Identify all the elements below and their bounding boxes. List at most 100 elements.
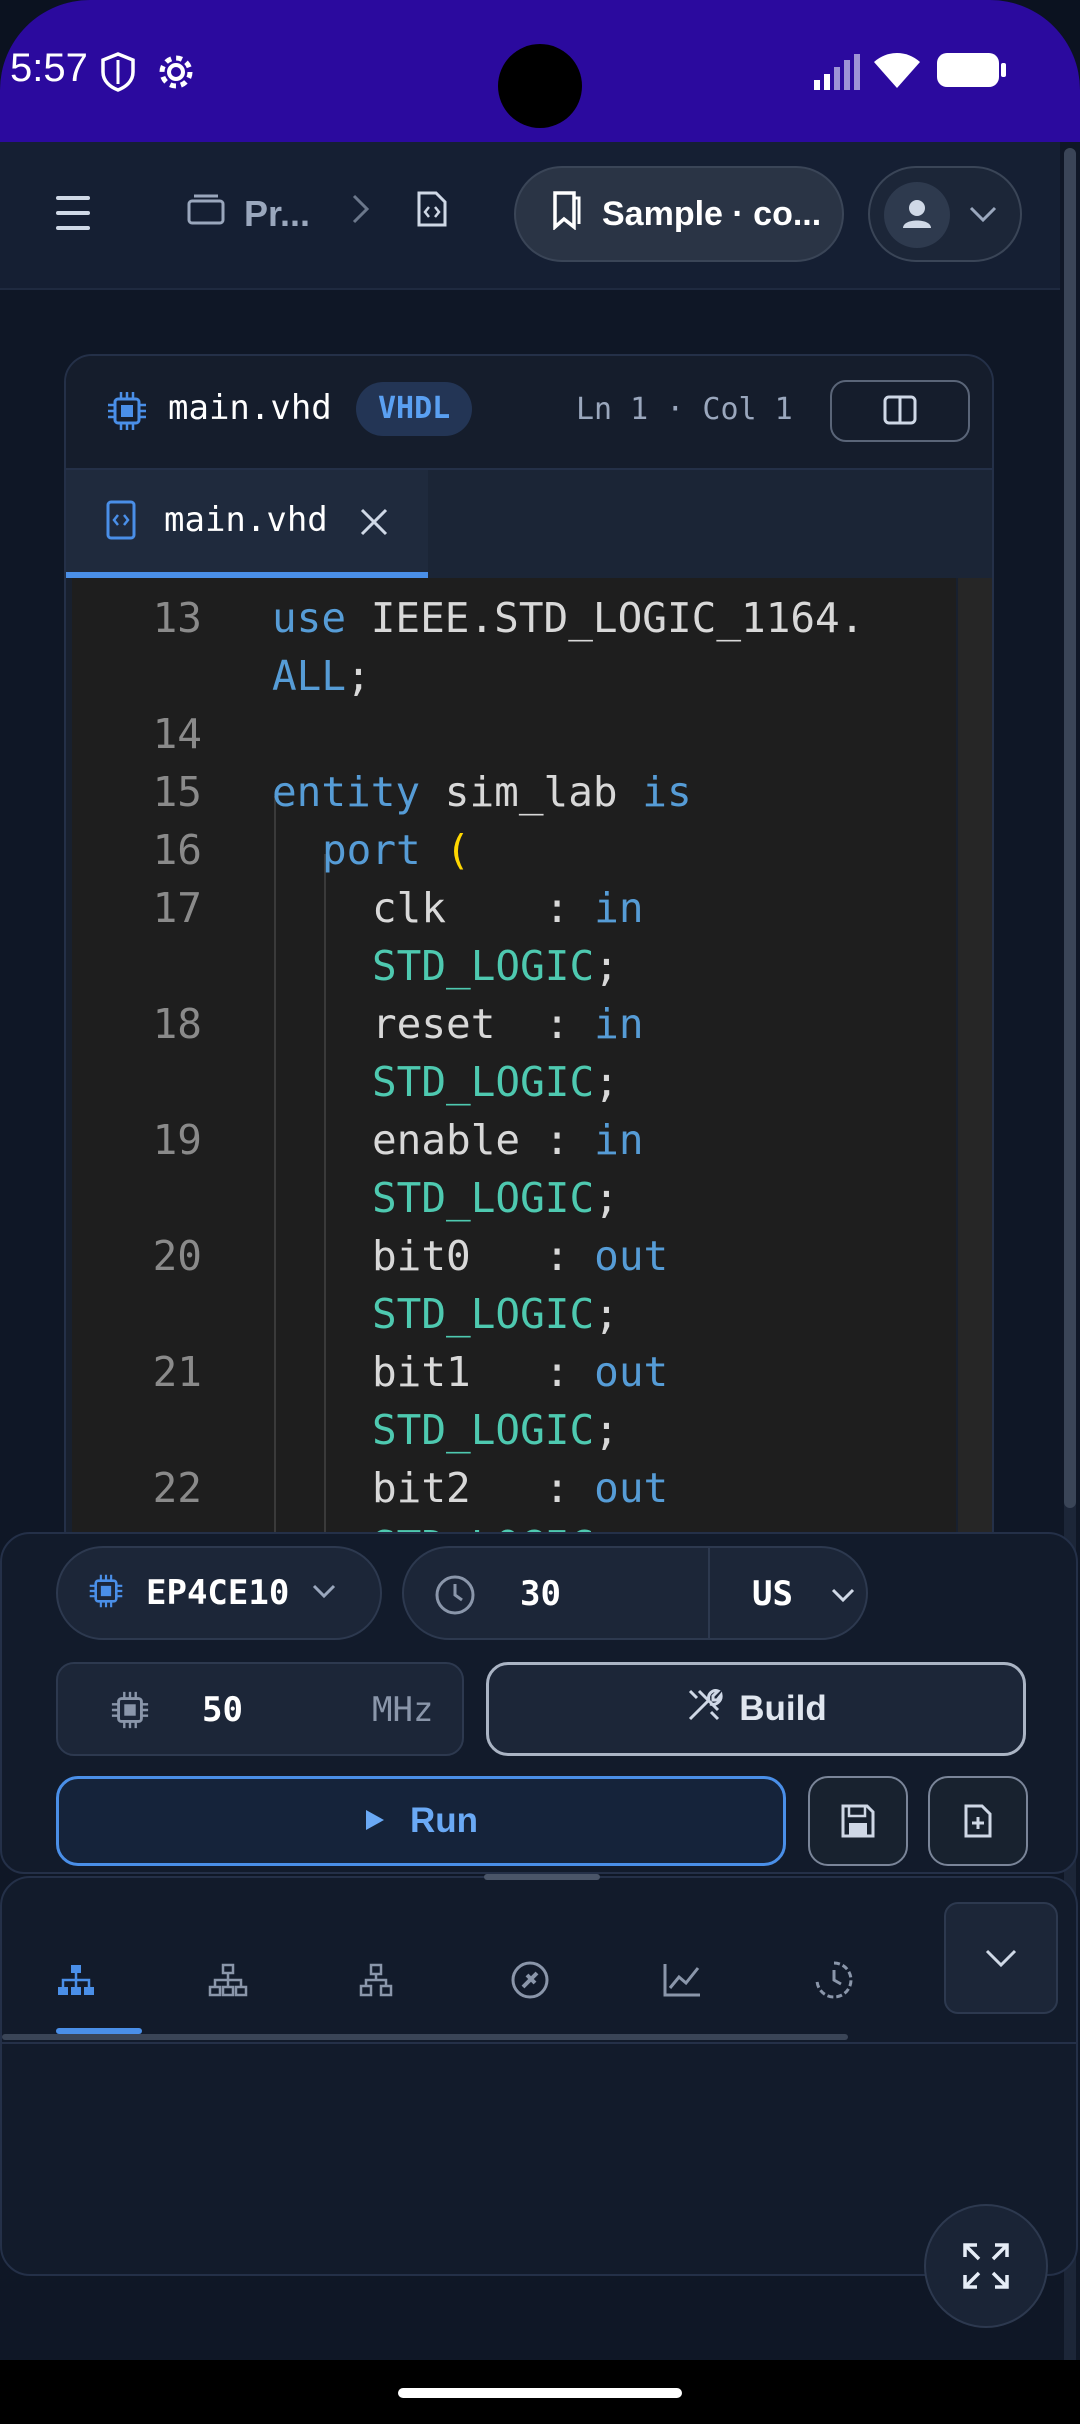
line-number: 17 — [152, 884, 202, 932]
code-line-wrap: STD_LOGIC; — [372, 1406, 619, 1454]
history-icon[interactable] — [804, 1950, 864, 2010]
device-value: EP4CE10 — [146, 1573, 290, 1613]
chevron-down-icon — [985, 1949, 1017, 1968]
code-line-wrap: STD_LOGIC; — [372, 1290, 619, 1338]
clock-frequency-field[interactable]: 50 MHz — [56, 1662, 464, 1756]
cellular-signal-icon — [812, 54, 862, 95]
line-number: 15 — [152, 768, 202, 816]
split-view-button[interactable] — [830, 380, 970, 442]
code-line: entity sim_lab is — [272, 768, 692, 816]
battery-icon — [936, 52, 1008, 93]
bookmark-icon — [552, 190, 582, 239]
chevron-down-icon — [968, 204, 998, 229]
add-file-icon — [964, 1804, 992, 1838]
line-number: 13 — [152, 594, 202, 642]
sim-time-input[interactable]: 30 — [520, 1574, 561, 1614]
breadcrumb-project[interactable]: Pr... — [244, 193, 310, 235]
tab-main-vhd[interactable]: main.vhd — [66, 470, 428, 578]
line-number: 20 — [152, 1232, 202, 1280]
chart-line-icon[interactable] — [652, 1950, 712, 2010]
chevron-right-icon — [350, 192, 372, 235]
code-file-icon — [106, 500, 136, 545]
status-bar: 5:57 — [0, 0, 1080, 142]
chip-icon — [106, 390, 148, 437]
code-area[interactable]: 13 use IEEE.STD_LOGIC_1164. ALL; 14 15 e… — [72, 578, 956, 1556]
phone-screen: 5:57 Pr... Sample · co... main.vhd VHDL … — [0, 0, 1080, 2424]
sample-selector-button[interactable]: Sample · co... — [514, 166, 844, 262]
clock-icon — [434, 1574, 476, 1621]
settings-gear-icon — [156, 52, 196, 97]
page-scrollbar-thumb[interactable] — [1064, 148, 1076, 1508]
hamburger-menu-icon[interactable] — [56, 196, 112, 236]
editor-tab-bar: main.vhd — [66, 470, 992, 578]
save-button[interactable] — [808, 1776, 908, 1866]
line-number: 21 — [152, 1348, 202, 1396]
shield-icon — [100, 52, 136, 97]
editor-scrollbar[interactable] — [958, 578, 992, 1556]
divider — [2, 2042, 1076, 2044]
language-badge: VHDL — [356, 382, 473, 436]
status-time: 5:57 — [10, 46, 88, 90]
build-button[interactable]: Build — [486, 1662, 1026, 1756]
code-line: port ( — [322, 826, 471, 874]
code-line: bit1 : out — [372, 1348, 669, 1396]
line-number: 22 — [152, 1464, 202, 1512]
line-number: 19 — [152, 1116, 202, 1164]
chip-icon — [110, 1690, 150, 1735]
project-folder-icon — [186, 191, 226, 236]
tools-panel — [0, 1874, 1078, 2276]
code-line-wrap: STD_LOGIC; — [372, 1058, 619, 1106]
code-file-icon[interactable] — [416, 190, 448, 237]
network-icon[interactable] — [346, 1950, 406, 2010]
time-unit-select[interactable]: US — [752, 1574, 793, 1614]
line-number: 18 — [152, 1000, 202, 1048]
avatar — [884, 182, 950, 248]
new-file-button[interactable] — [928, 1776, 1028, 1866]
code-line-wrap: STD_LOGIC; — [372, 1174, 619, 1222]
collapse-panel-button[interactable] — [944, 1902, 1058, 2014]
clock-value: 50 — [202, 1690, 243, 1730]
code-line-wrap: ALL; — [272, 652, 371, 700]
code-line: bit0 : out — [372, 1232, 669, 1280]
hierarchy-icon[interactable] — [46, 1950, 106, 2010]
expand-icon — [963, 2243, 1009, 2289]
tools-scrollbar[interactable] — [2, 2034, 848, 2040]
play-icon — [364, 1801, 386, 1841]
user-menu-button[interactable] — [868, 166, 1022, 262]
sample-label: Sample · co... — [602, 194, 822, 233]
run-button[interactable]: Run — [56, 1776, 786, 1866]
split-view-icon — [883, 395, 917, 425]
indent-guide — [324, 854, 326, 1556]
editor-file-name: main.vhd — [168, 388, 332, 428]
front-camera — [498, 44, 582, 128]
tree-icon[interactable] — [198, 1950, 258, 2010]
line-number: 16 — [152, 826, 202, 874]
clock-unit: MHz — [372, 1690, 434, 1730]
close-icon[interactable] — [358, 506, 390, 543]
save-icon — [841, 1804, 875, 1838]
plug-icon[interactable] — [500, 1950, 560, 2010]
tools-icon — [685, 1686, 723, 1733]
code-editor-card: main.vhd VHDL Ln 1 · Col 1 main.vhd 13 u… — [64, 354, 994, 1558]
divider — [708, 1548, 710, 1638]
cursor-position: Ln 1 · Col 1 — [576, 392, 793, 427]
line-number: 14 — [152, 710, 202, 758]
code-line: clk : in — [372, 884, 644, 932]
device-select[interactable]: EP4CE10 — [56, 1546, 382, 1640]
code-line: enable : in — [372, 1116, 644, 1164]
simulation-controls: EP4CE10 30 US 50 MHz Build Run — [0, 1532, 1078, 1874]
drag-handle[interactable] — [484, 1874, 600, 1880]
editor-header: main.vhd VHDL Ln 1 · Col 1 — [66, 356, 992, 470]
code-line: bit2 : out — [372, 1464, 669, 1512]
code-line-wrap: STD_LOGIC; — [372, 942, 619, 990]
chevron-down-icon — [830, 1586, 856, 1609]
home-indicator[interactable] — [398, 2388, 682, 2398]
breadcrumb: Pr... — [186, 190, 448, 237]
run-label: Run — [409, 1801, 479, 1840]
fullscreen-button[interactable] — [924, 2204, 1048, 2328]
chip-icon — [88, 1573, 124, 1614]
top-app-bar: Pr... Sample · co... — [0, 142, 1060, 290]
chevron-down-icon — [311, 1582, 337, 1605]
build-label: Build — [739, 1689, 827, 1728]
code-line: reset : in — [372, 1000, 644, 1048]
